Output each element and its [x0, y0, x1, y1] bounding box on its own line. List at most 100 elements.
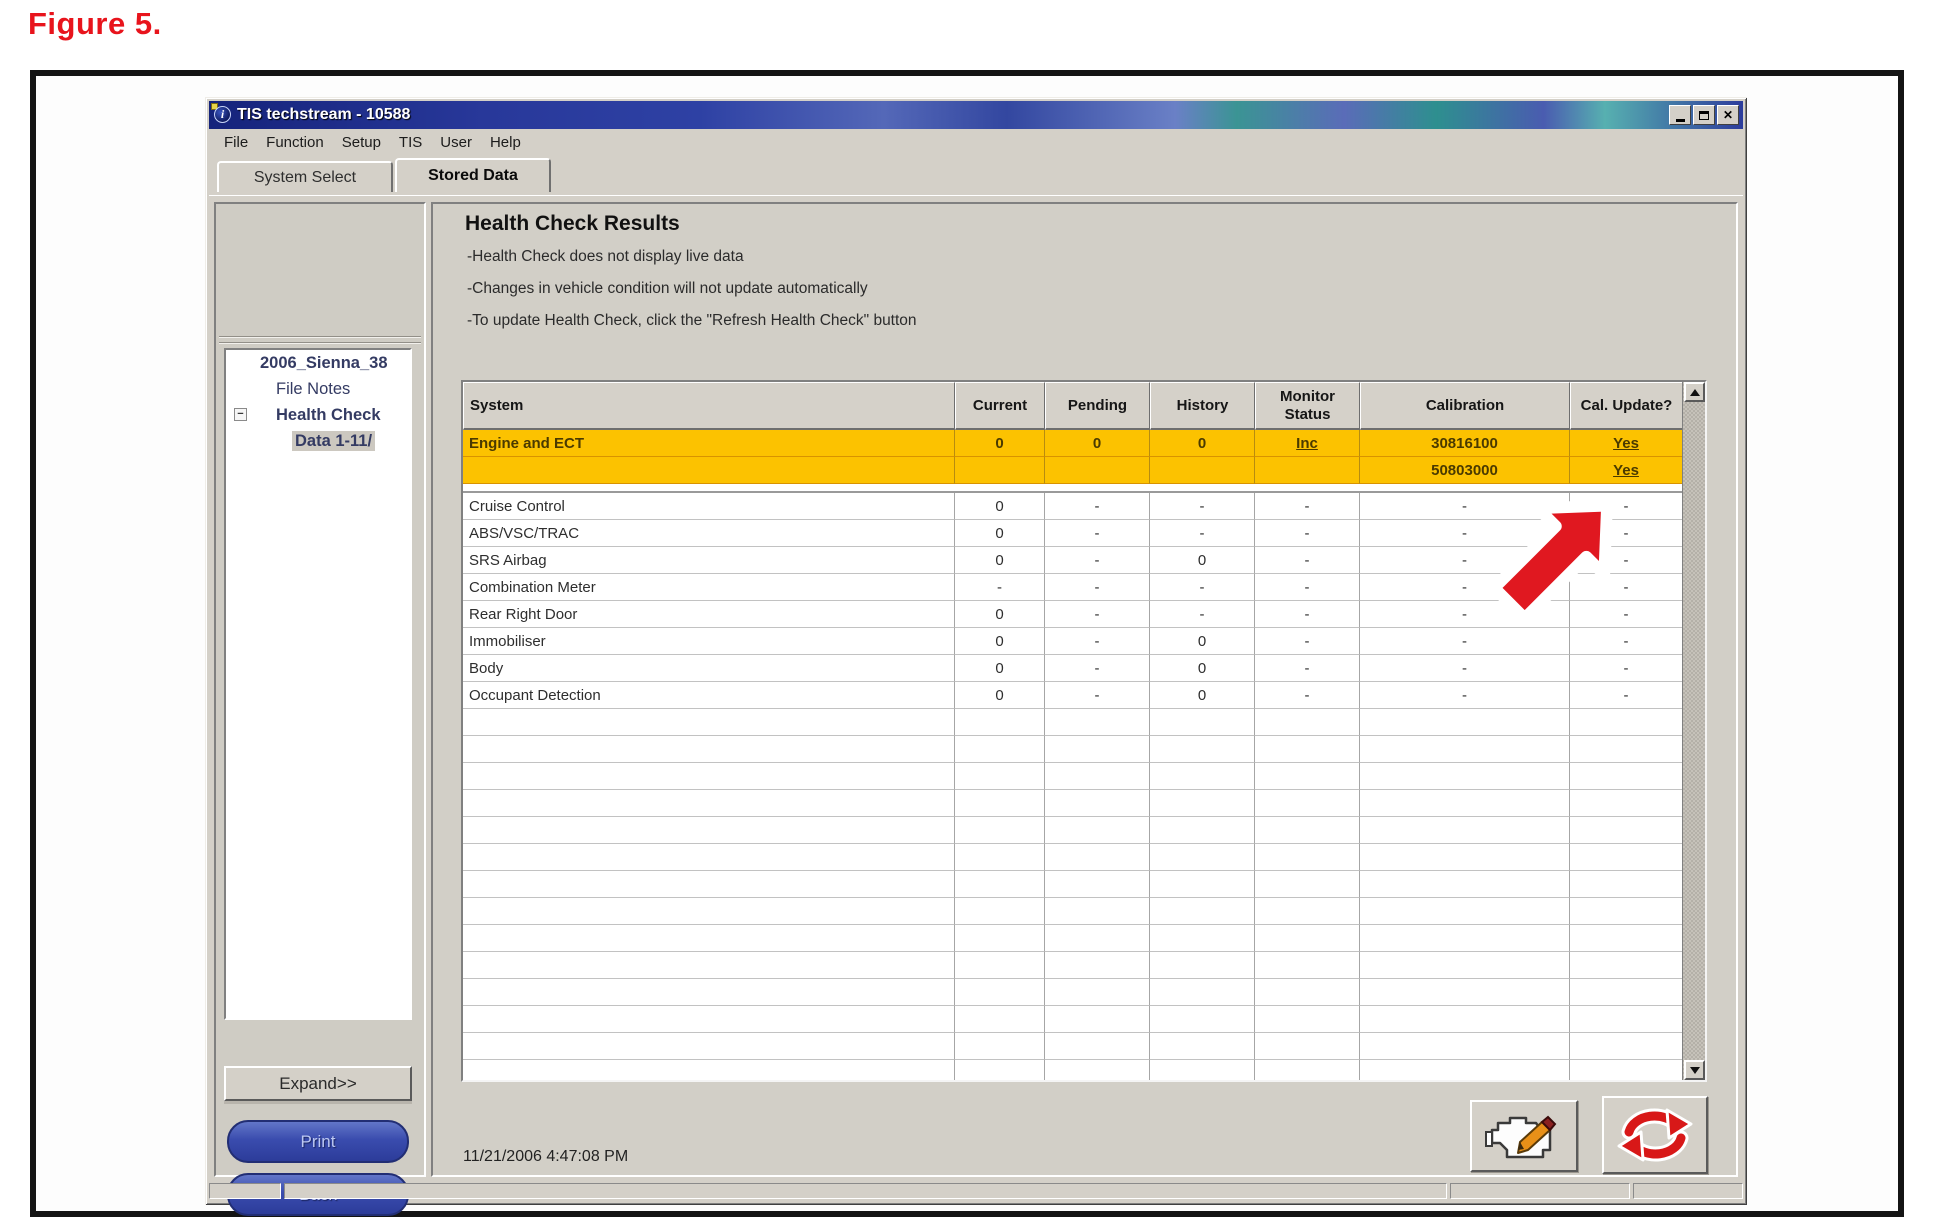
- table-row[interactable]: ABS/VSC/TRAC0-----: [463, 520, 1682, 547]
- table-cell: [1255, 844, 1360, 871]
- tree-item-label: File Notes: [276, 380, 350, 398]
- table-cell: [1255, 925, 1360, 952]
- menu-item-function[interactable]: Function: [257, 132, 333, 153]
- table-row[interactable]: Occupant Detection0-0---: [463, 682, 1682, 709]
- column-header-calibration[interactable]: Calibration: [1360, 382, 1570, 430]
- empty-table-row: [463, 898, 1682, 925]
- page-title: Health Check Results: [465, 212, 680, 236]
- tree-item-2006-sienna-38[interactable]: 2006_Sienna_38: [226, 350, 410, 376]
- table-row[interactable]: Body0-0---: [463, 655, 1682, 682]
- table-cell: [1360, 979, 1570, 1006]
- cell-link-yes[interactable]: Yes: [1570, 457, 1682, 484]
- table-cell: -: [955, 574, 1045, 601]
- table-cell: [955, 457, 1045, 484]
- tab-stored-data[interactable]: Stored Data: [395, 158, 551, 192]
- menu-item-setup[interactable]: Setup: [333, 132, 390, 153]
- print-button[interactable]: Print: [227, 1120, 409, 1163]
- column-header-monitor-status[interactable]: Monitor Status: [1255, 382, 1360, 430]
- empty-table-row: [463, 871, 1682, 898]
- table-cell: -: [1570, 493, 1682, 520]
- table-cell: [1570, 817, 1682, 844]
- table-row[interactable]: Immobiliser0-0---: [463, 628, 1682, 655]
- column-header-system[interactable]: System: [463, 382, 955, 430]
- column-header-history[interactable]: History: [1150, 382, 1255, 430]
- refresh-health-check-button[interactable]: [1602, 1096, 1708, 1174]
- table-cell: [463, 736, 955, 763]
- table-cell: [1150, 871, 1255, 898]
- scroll-up-button[interactable]: [1684, 382, 1705, 402]
- expand-button[interactable]: Expand>>: [224, 1066, 412, 1101]
- table-cell: [1045, 844, 1150, 871]
- table-cell: SRS Airbag: [463, 547, 955, 574]
- column-header-current[interactable]: Current: [955, 382, 1045, 430]
- table-cell: -: [1570, 547, 1682, 574]
- table-cell: [1360, 1060, 1570, 1080]
- table-cell: [1150, 817, 1255, 844]
- table-cell: -: [1570, 601, 1682, 628]
- menu-item-file[interactable]: File: [215, 132, 257, 153]
- table-cell: [955, 1006, 1045, 1033]
- table-cell: [1570, 709, 1682, 736]
- table-row[interactable]: Cruise Control0-----: [463, 493, 1682, 520]
- maximize-button[interactable]: [1693, 105, 1715, 125]
- content-area: 2006_Sienna_38 File Notes − Health Check Dat…: [209, 195, 1743, 1181]
- cell-link-yes[interactable]: Yes: [1570, 430, 1682, 457]
- menu-item-user[interactable]: User: [431, 132, 481, 153]
- table-row[interactable]: SRS Airbag0-0---: [463, 547, 1682, 574]
- refresh-arrows-icon: [1615, 1104, 1695, 1166]
- table-cell: [1255, 736, 1360, 763]
- table-cell: 0: [955, 655, 1045, 682]
- customize-health-check-button[interactable]: [1470, 1100, 1578, 1172]
- table-cell: [1255, 763, 1360, 790]
- table-cell: [1570, 871, 1682, 898]
- table-cell: [1570, 925, 1682, 952]
- scroll-down-button[interactable]: [1684, 1060, 1705, 1080]
- table-cell: -: [1255, 520, 1360, 547]
- table-cell: 0: [955, 430, 1045, 457]
- cell-link-inc[interactable]: Inc: [1255, 430, 1360, 457]
- status-segment: [1633, 1183, 1743, 1199]
- table-cell: Cruise Control: [463, 493, 955, 520]
- table-row[interactable]: Rear Right Door0-----: [463, 601, 1682, 628]
- tree-item-label: Health Check: [276, 406, 381, 424]
- vertical-scrollbar[interactable]: [1682, 382, 1705, 1080]
- table-cell: [463, 817, 955, 844]
- table-row[interactable]: Engine and ECT000Inc30816100Yes: [463, 430, 1682, 457]
- table-cell: [1255, 1006, 1360, 1033]
- table-cell: [1570, 898, 1682, 925]
- table-cell: -: [1255, 574, 1360, 601]
- table-cell: 0: [955, 682, 1045, 709]
- table-cell: [1570, 1006, 1682, 1033]
- maximize-icon: [1699, 111, 1709, 120]
- table-cell: -: [1570, 655, 1682, 682]
- table-cell: [1570, 790, 1682, 817]
- close-button[interactable]: ✕: [1717, 105, 1739, 125]
- table-cell: [1150, 898, 1255, 925]
- tree-item-file-notes[interactable]: File Notes: [226, 376, 410, 402]
- table-cell: [1255, 952, 1360, 979]
- tree-item-data-1-11-[interactable]: Data 1-11/: [226, 428, 410, 454]
- tree-item-health-check[interactable]: − Health Check: [226, 402, 410, 428]
- table-cell: 0: [1045, 430, 1150, 457]
- table-cell: Engine and ECT: [463, 430, 955, 457]
- file-tree: 2006_Sienna_38 File Notes − Health Check Dat…: [224, 348, 412, 1020]
- note-line: -Changes in vehicle condition will not u…: [467, 280, 868, 298]
- table-cell: -: [1570, 574, 1682, 601]
- minimize-button[interactable]: [1669, 105, 1691, 125]
- collapse-toggle-icon[interactable]: −: [234, 408, 247, 421]
- table-row[interactable]: Combination Meter------: [463, 574, 1682, 601]
- table-row[interactable]: 50803000Yes: [463, 457, 1682, 484]
- row-separator: [463, 484, 1682, 493]
- table-cell: -: [1255, 628, 1360, 655]
- tab-system-select[interactable]: System Select: [217, 161, 393, 192]
- sidebar: 2006_Sienna_38 File Notes − Health Check Dat…: [214, 202, 426, 1177]
- column-header-pending[interactable]: Pending: [1045, 382, 1150, 430]
- column-header-cal-update-[interactable]: Cal. Update?: [1570, 382, 1682, 430]
- table-cell: [1045, 979, 1150, 1006]
- table-cell: [1360, 736, 1570, 763]
- table-cell: [1150, 1033, 1255, 1060]
- arrow-down-icon: [1690, 1067, 1700, 1074]
- menu-item-help[interactable]: Help: [481, 132, 530, 153]
- table-cell: 0: [1150, 628, 1255, 655]
- menu-item-tis[interactable]: TIS: [390, 132, 431, 153]
